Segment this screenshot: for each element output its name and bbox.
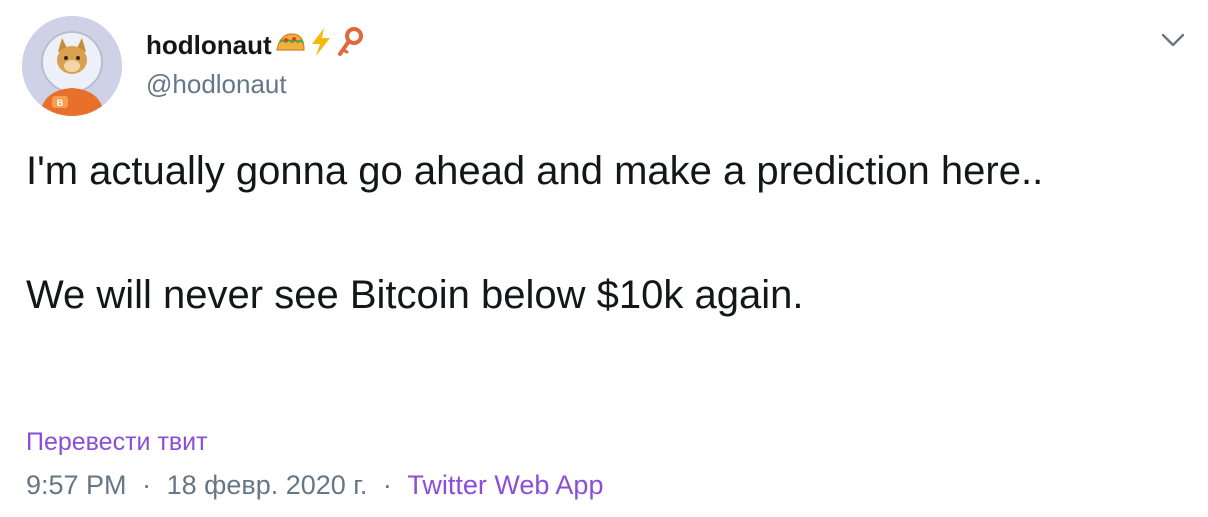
translate-tweet-link[interactable]: Перевести твит: [26, 428, 208, 457]
avatar[interactable]: B: [22, 16, 122, 116]
author-handle[interactable]: @hodlonaut: [146, 69, 287, 100]
taco-icon: [274, 30, 306, 61]
astronaut-cat-avatar: B: [22, 16, 122, 116]
tweet-source-link[interactable]: Twitter Web App: [407, 470, 603, 500]
author-display-name[interactable]: hodlonaut: [146, 30, 272, 61]
tweet-date[interactable]: 18 февр. 2020 г.: [167, 470, 368, 500]
svg-text:B: B: [57, 98, 64, 108]
tweet-card: B hodlonaut @hodlonaut I'm actually gonn…: [0, 0, 1208, 517]
tweet-time[interactable]: 9:57 PM: [26, 470, 127, 500]
tweet-text: I'm actually gonna go ahead and make a p…: [26, 140, 1176, 326]
lightning-icon: [308, 27, 334, 64]
meta-separator: ·: [142, 470, 152, 500]
meta-separator: ·: [382, 470, 392, 500]
author-display-name-row[interactable]: hodlonaut: [146, 27, 364, 64]
tweet-text-line: I'm actually gonna go ahead and make a p…: [26, 149, 1044, 193]
tweet-text-line: We will never see Bitcoin below $10k aga…: [26, 273, 804, 317]
chevron-down-icon[interactable]: [1160, 30, 1186, 50]
key-icon: [336, 27, 364, 64]
tweet-meta: 9:57 PM · 18 февр. 2020 г. · Twitter Web…: [26, 470, 603, 501]
